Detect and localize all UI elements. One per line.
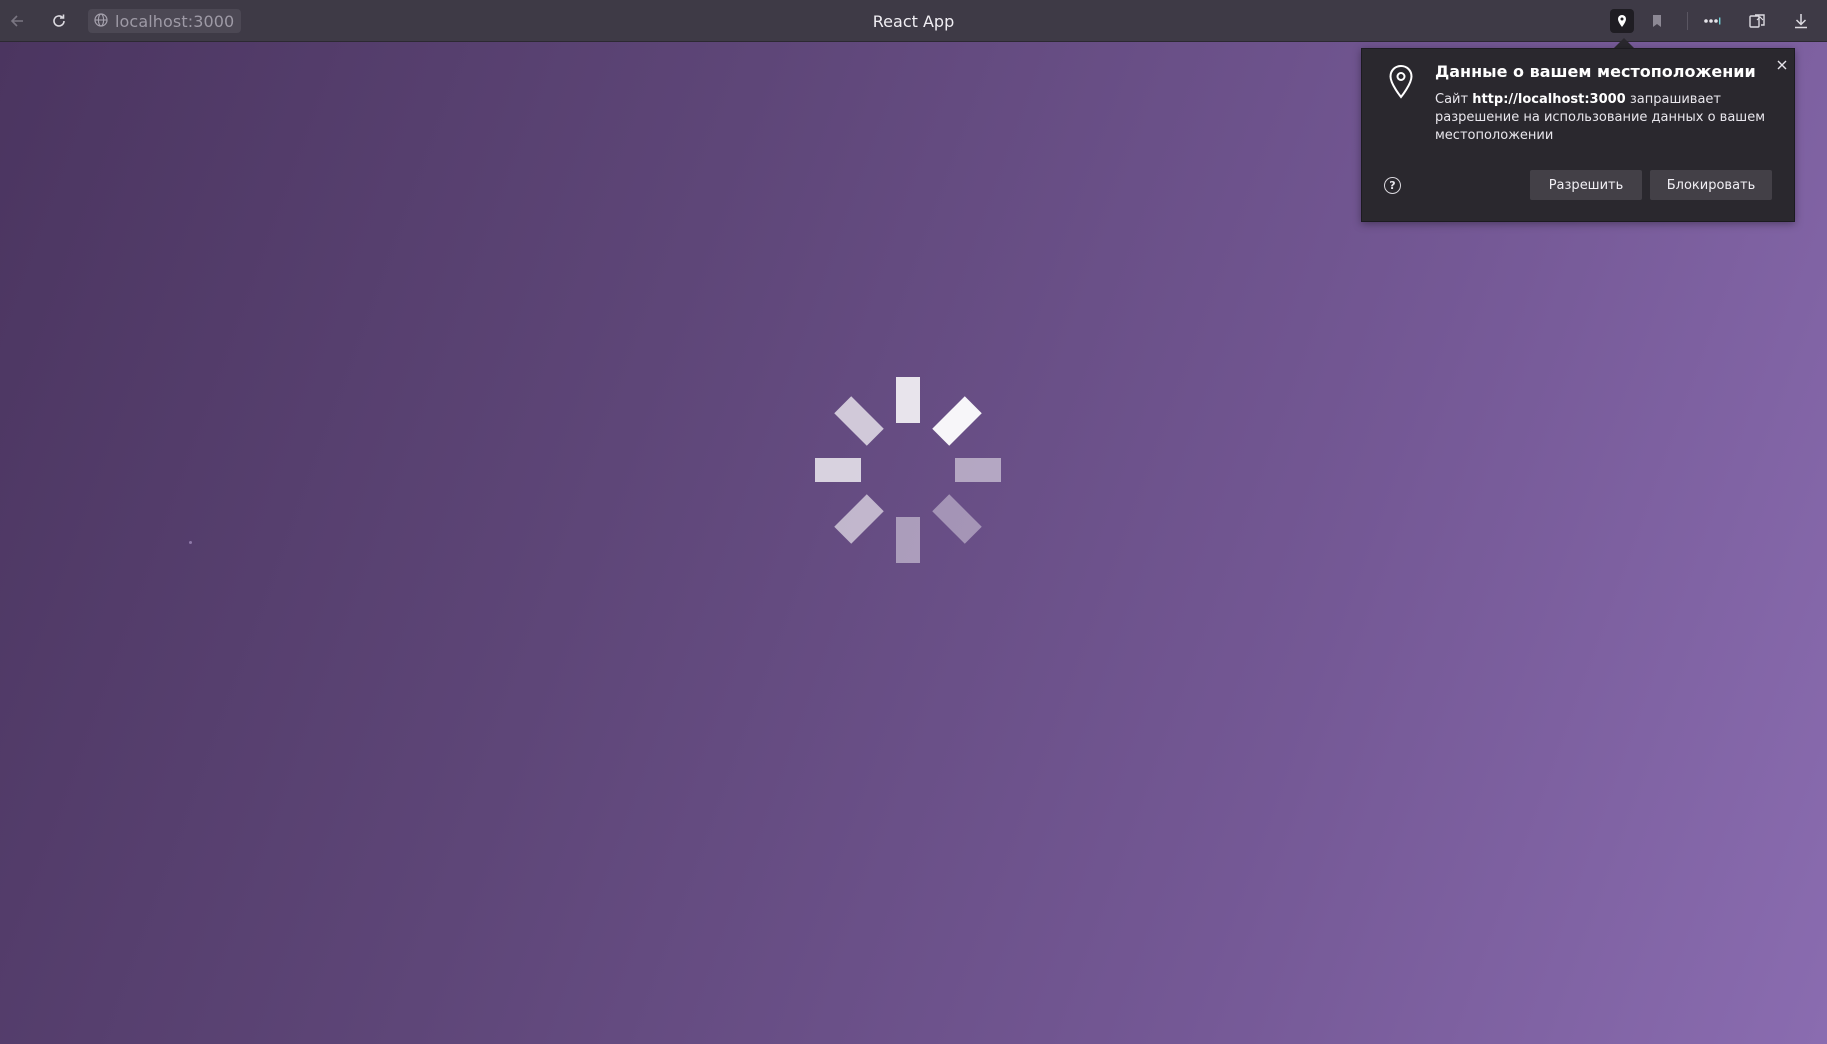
- extensions-button[interactable]: [1698, 7, 1726, 35]
- reload-button[interactable]: [45, 7, 73, 35]
- address-bar[interactable]: localhost:3000: [88, 9, 241, 33]
- globe-icon: [94, 12, 108, 31]
- share-icon: [1748, 13, 1766, 29]
- spinner-segment: [833, 494, 884, 545]
- allow-button[interactable]: Разрешить: [1530, 170, 1642, 200]
- bookmark-button[interactable]: [1643, 7, 1671, 35]
- spinner-segment: [932, 494, 983, 545]
- back-button[interactable]: [3, 7, 31, 35]
- block-button[interactable]: Блокировать: [1650, 170, 1772, 200]
- spinner-segment: [955, 458, 1001, 482]
- spinner-segment: [932, 395, 983, 446]
- help-button[interactable]: ?: [1384, 177, 1401, 194]
- location-pin-icon: [1616, 14, 1628, 28]
- browser-toolbar: localhost:3000 React App: [0, 0, 1827, 42]
- download-button[interactable]: [1787, 7, 1815, 35]
- help-icon: ?: [1389, 179, 1396, 192]
- close-icon: [1777, 55, 1787, 74]
- url-text: localhost:3000: [115, 11, 235, 31]
- popup-site-url: http://localhost:3000: [1472, 92, 1626, 107]
- location-pin-icon: [1386, 64, 1416, 104]
- extensions-icon: [1703, 16, 1721, 26]
- download-icon: [1793, 13, 1809, 29]
- window-title: React App: [872, 11, 955, 31]
- popup-title: Данные о вашем местоположении: [1435, 62, 1756, 81]
- back-arrow-icon: [9, 13, 25, 29]
- bookmark-icon: [1651, 14, 1663, 28]
- spinner-segment: [896, 517, 920, 563]
- spinner-segment: [815, 458, 861, 482]
- share-button[interactable]: [1743, 7, 1771, 35]
- location-permission-popup: Данные о вашем местоположении Сайт http:…: [1361, 48, 1795, 222]
- location-permission-button[interactable]: [1610, 9, 1634, 33]
- spinner-segment: [833, 395, 884, 446]
- toolbar-separator: [1687, 12, 1688, 30]
- popup-message-prefix: Сайт: [1435, 92, 1473, 107]
- popup-close-button[interactable]: [1773, 55, 1791, 73]
- reload-icon: [51, 13, 67, 29]
- popup-message: Сайт http://localhost:3000 запрашивает р…: [1435, 91, 1779, 145]
- spinner-segment: [896, 377, 920, 423]
